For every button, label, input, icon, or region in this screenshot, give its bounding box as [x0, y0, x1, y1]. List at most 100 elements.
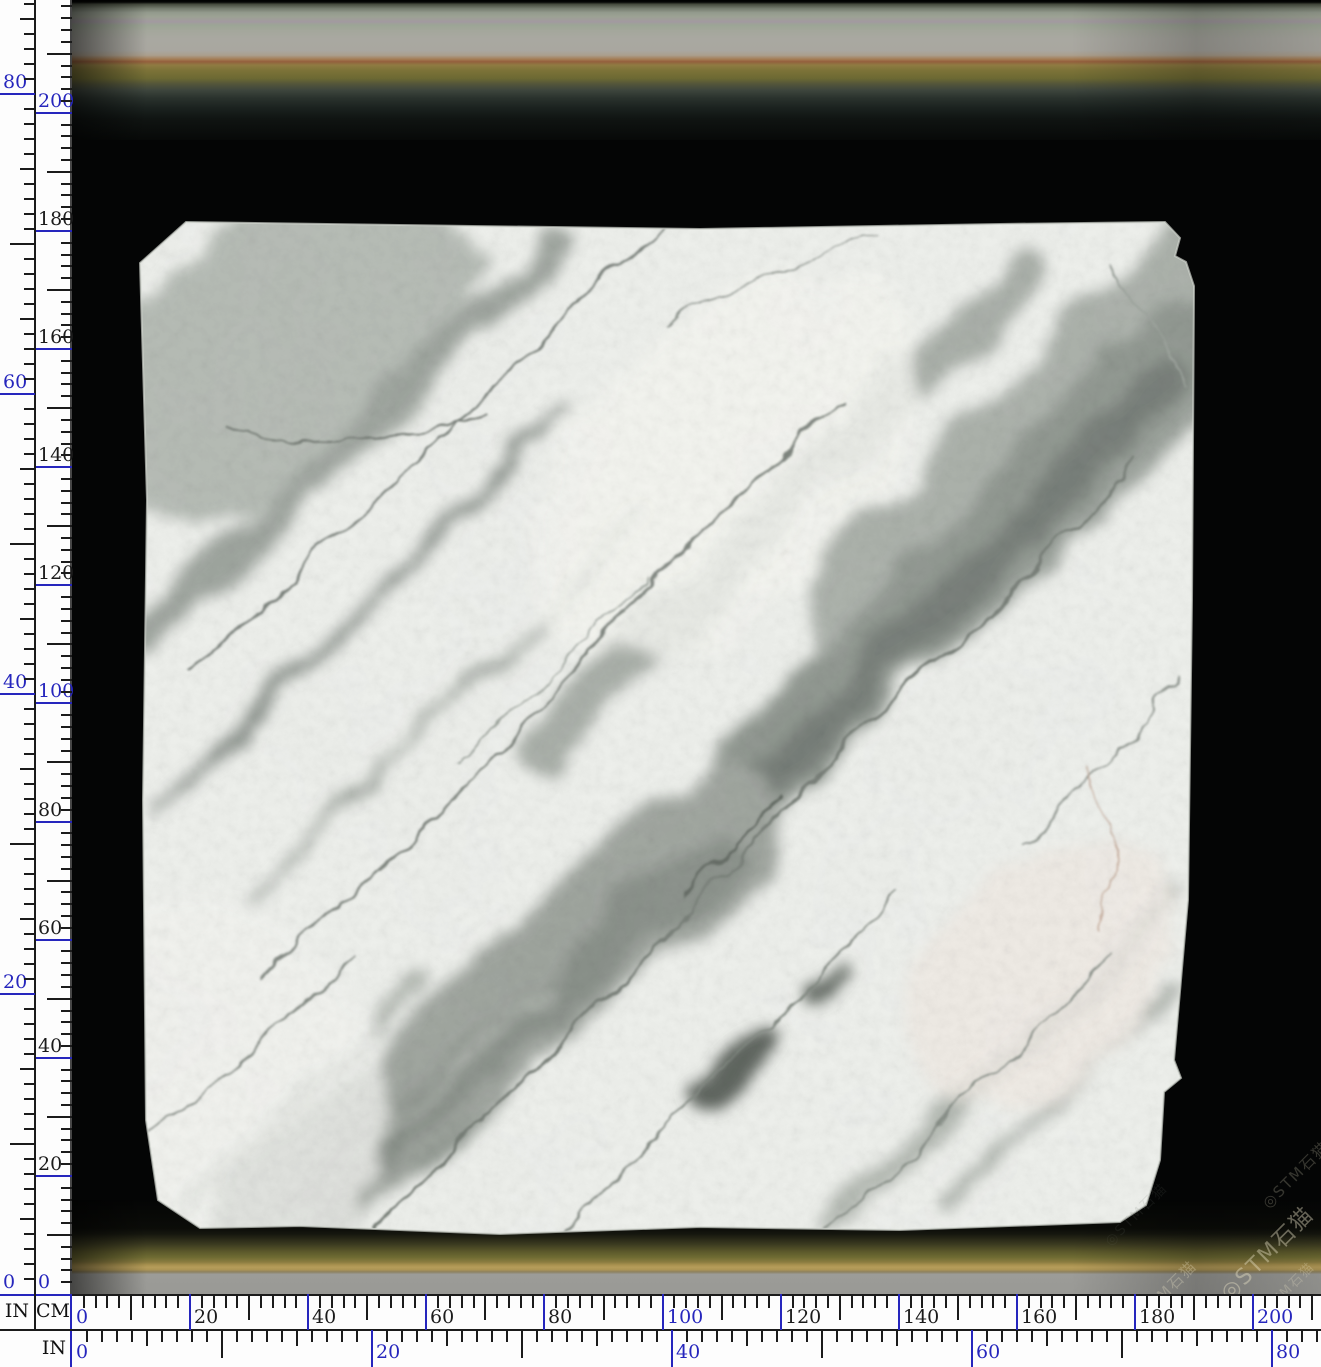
ruler-major-line-cm — [36, 230, 72, 232]
ruler-tick-cm-h — [1170, 1294, 1172, 1308]
ruler-tick-cm-h — [697, 1294, 699, 1308]
ruler-label-cm-h: 80 — [548, 1307, 572, 1327]
ruler-tick-cm-h — [1299, 1294, 1301, 1308]
ruler-tick-in-h — [1196, 1330, 1198, 1346]
ruler-tick-cm — [61, 490, 72, 492]
ruler-label-cm-h: 20 — [194, 1307, 218, 1327]
ruler-tick-in-h — [746, 1330, 748, 1346]
ruler-tick-in — [24, 333, 35, 335]
corner-top-blue-line — [0, 1294, 72, 1296]
ruler-tick-cm — [61, 41, 72, 43]
ruler-tick-in — [24, 963, 35, 965]
ruler-tick-cm — [61, 1246, 72, 1248]
ruler-tick-in-h — [86, 1330, 88, 1342]
ruler-tick-in-h — [896, 1330, 898, 1346]
ruler-tick-cm-h — [969, 1294, 971, 1308]
ruler-tick-cm-h — [933, 1294, 935, 1308]
ruler-tick-cm — [61, 608, 72, 610]
ruler-tick-cm-h — [579, 1294, 581, 1308]
ruler-tick-cm-h — [1004, 1294, 1006, 1308]
ruler-tick-in — [24, 423, 35, 425]
ruler-tick-in-h — [1181, 1330, 1183, 1342]
ruler-tick-cm-h — [721, 1294, 723, 1320]
ruler-tick-in-h — [581, 1330, 583, 1342]
ruler-tick-cm — [61, 915, 72, 917]
ruler-tick-cm-h — [402, 1294, 404, 1308]
ruler-tick-cm-h — [981, 1294, 983, 1308]
ruler-major-line-cm-h — [189, 1294, 191, 1330]
ruler-tick-cm-h — [803, 1294, 805, 1308]
ruler-tick-cm-h — [1075, 1294, 1077, 1320]
ruler-tick-cm-h — [1099, 1294, 1101, 1308]
ruler-tick-cm — [61, 726, 72, 728]
ruler-tick-cm-h — [1229, 1294, 1231, 1308]
ruler-tick-in — [24, 783, 35, 785]
ruler-tick-cm — [61, 667, 72, 669]
ruler-tick-in — [24, 228, 35, 230]
ruler-tick-in-h — [506, 1330, 508, 1342]
ruler-label-cm-h: 120 — [785, 1307, 821, 1327]
ruler-tick-cm-h — [874, 1294, 876, 1308]
ruler-tick-in — [24, 258, 35, 260]
ruler-tick-cm-h — [555, 1294, 557, 1308]
ruler-major-line-cm-h — [780, 1294, 782, 1330]
ruler-tick-in-h — [761, 1330, 763, 1342]
ruler-tick-in-h — [491, 1330, 493, 1342]
ruler-tick-in — [20, 1068, 35, 1070]
ruler-tick-in — [24, 183, 35, 185]
ruler-tick-cm-h — [815, 1294, 817, 1308]
ruler-tick-in — [24, 978, 35, 980]
ruler-label-cm-h: 180 — [1139, 1307, 1175, 1327]
ruler-tick-cm-h — [827, 1294, 829, 1308]
ruler-tick-in-h — [236, 1330, 238, 1342]
ruler-label-in: 80 — [3, 72, 27, 92]
ruler-tick-cm — [61, 679, 72, 681]
ruler-label-cm-h: 60 — [430, 1307, 454, 1327]
ruler-tick-cm — [61, 324, 72, 326]
ruler-tick-in-h — [1076, 1330, 1078, 1342]
ruler-tick-cm — [61, 596, 72, 598]
ruler-tick-cm — [61, 1021, 72, 1023]
ruler-major-line-in — [0, 393, 35, 395]
ruler-tick-in — [24, 108, 35, 110]
ruler-tick-in-h — [131, 1330, 133, 1342]
ruler-tick-in — [20, 318, 35, 320]
ruler-tick-in-h — [641, 1330, 643, 1342]
ruler-tick-in — [24, 348, 35, 350]
ruler-tick-in — [24, 528, 35, 530]
ruler-tick-cm — [61, 950, 72, 952]
ruler-tick-cm — [61, 1281, 72, 1283]
ruler-tick-in-h — [281, 1330, 283, 1342]
ruler-tick-cm-h — [921, 1294, 923, 1308]
ruler-tick-in — [24, 663, 35, 665]
ruler-tick-cm — [61, 194, 72, 196]
ruler-tick-cm-h — [343, 1294, 345, 1308]
ruler-tick-cm-h — [213, 1294, 215, 1308]
ruler-tick-cm-h — [520, 1294, 522, 1308]
ruler-tick-in-h — [1136, 1330, 1138, 1342]
ruler-tick-cm — [47, 761, 72, 763]
ruler-tick-in-h — [401, 1330, 403, 1342]
ruler-tick-cm — [47, 407, 72, 409]
ruler-tick-cm — [61, 537, 72, 539]
ruler-tick-in — [20, 618, 35, 620]
ruler-tick-in-h — [101, 1330, 103, 1342]
ruler-tick-in-h — [116, 1330, 118, 1342]
ruler-tick-cm — [61, 809, 72, 811]
ruler-major-line-in-h — [371, 1330, 373, 1367]
ruler-tick-in — [24, 603, 35, 605]
ruler-tick-cm — [61, 135, 72, 137]
ruler-tick-cm-h — [177, 1294, 179, 1308]
ruler-major-line-cm — [36, 821, 72, 823]
ruler-tick-in — [24, 78, 35, 80]
ruler-tick-cm — [61, 372, 72, 374]
ruler-tick-cm — [61, 88, 72, 90]
ruler-tick-in — [24, 753, 35, 755]
ruler-tick-in — [24, 1053, 35, 1055]
ruler-tick-cm-h — [1087, 1294, 1089, 1308]
ruler-tick-cm — [61, 383, 72, 385]
ruler-tick-cm-h — [1288, 1294, 1290, 1308]
scanner-smear-band-top-shade — [72, 0, 1321, 140]
ruler-tick-cm — [61, 1104, 72, 1106]
ruler-tick-cm — [61, 1187, 72, 1189]
